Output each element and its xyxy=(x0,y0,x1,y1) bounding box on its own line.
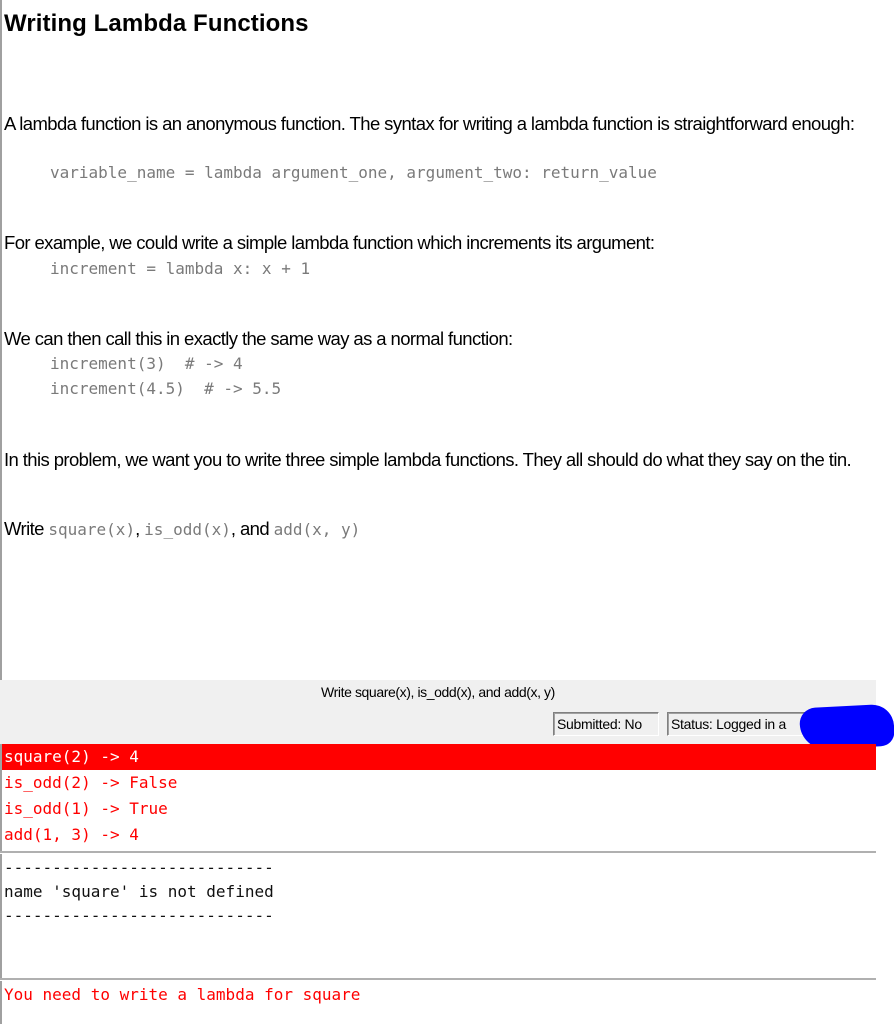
feedback-message: You need to write a lambda for square xyxy=(4,985,361,1004)
intro-paragraph: A lambda function is an anonymous functi… xyxy=(4,113,855,134)
task-fn-add: add(x, y) xyxy=(273,520,361,539)
call-example-2: increment(4.5) # -> 5.5 xyxy=(50,379,282,398)
syntax-code: variable_name = lambda argument_one, arg… xyxy=(50,163,657,182)
output-divider-bottom: ---------------------------- xyxy=(4,906,274,925)
test-output-panel: ---------------------------- name 'squar… xyxy=(0,854,876,978)
divider xyxy=(0,978,876,980)
task-fn-is-odd: is_odd(x) xyxy=(144,520,231,539)
task-prefix: Write xyxy=(4,518,49,539)
task-fn-square: square(x) xyxy=(48,520,136,539)
error-message: name 'square' is not defined xyxy=(4,882,274,901)
increment-definition-code: increment = lambda x: x + 1 xyxy=(50,259,311,278)
task-statement: Write square(x), is_odd(x), and add(x, y… xyxy=(4,518,864,541)
test-result-item[interactable]: is_odd(2) -> False xyxy=(2,770,876,796)
problem-description: Writing Lambda Functions A lambda functi… xyxy=(0,0,894,680)
test-result-item[interactable]: square(2) -> 4 xyxy=(2,744,876,770)
panel-title: Write square(x), is_odd(x), and add(x, y… xyxy=(321,684,555,700)
task-sep-2: , and xyxy=(230,518,274,539)
divider xyxy=(0,851,876,853)
problem-paragraph: In this problem, we want you to write th… xyxy=(4,449,852,470)
page-title: Writing Lambda Functions xyxy=(4,10,309,37)
submitted-status: Submitted: No xyxy=(553,712,659,736)
test-result-item[interactable]: is_odd(1) -> True xyxy=(2,796,876,822)
task-sep-1: , xyxy=(135,518,145,539)
call-example-1: increment(3) # -> 4 xyxy=(50,354,243,373)
feedback-panel: You need to write a lambda for square xyxy=(0,981,876,1024)
example-paragraph: For example, we could write a simple lam… xyxy=(4,232,655,253)
output-divider-top: ---------------------------- xyxy=(4,858,274,877)
test-results-list[interactable]: square(2) -> 4 is_odd(2) -> False is_odd… xyxy=(0,744,876,852)
test-result-item[interactable]: add(1, 3) -> 4 xyxy=(2,822,876,848)
problem-panel: Write square(x), is_odd(x), and add(x, y… xyxy=(0,680,876,744)
call-paragraph: We can then call this in exactly the sam… xyxy=(4,328,513,349)
